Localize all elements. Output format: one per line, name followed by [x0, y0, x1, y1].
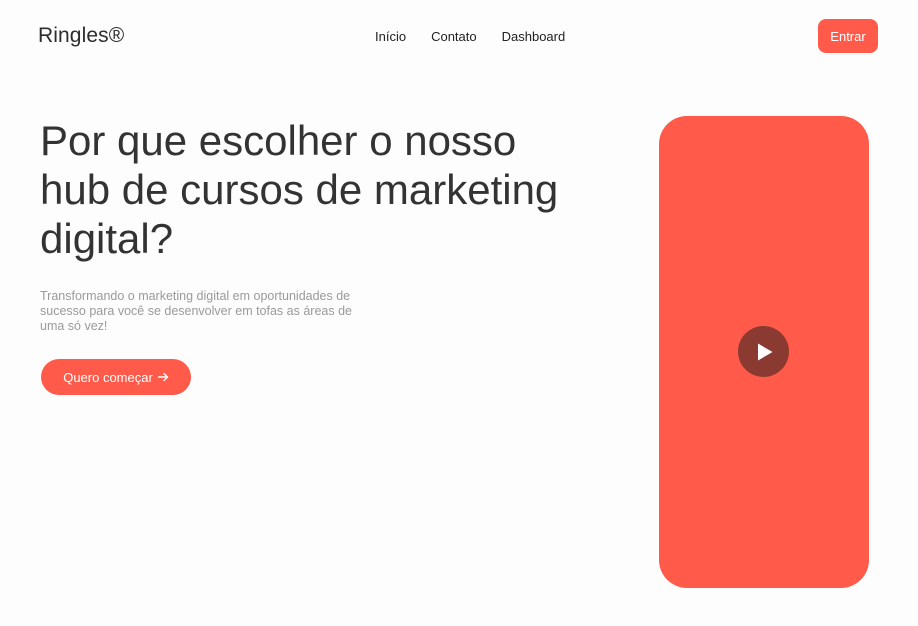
- video-card: [659, 116, 869, 588]
- nav-link-contato[interactable]: Contato: [431, 29, 477, 44]
- play-icon: [753, 342, 774, 362]
- hero-subtitle: Transformando o marketing digital em opo…: [40, 289, 352, 333]
- main-nav: Início Contato Dashboard: [375, 29, 590, 44]
- hero-title: Por que escolher o nosso hub de cursos d…: [40, 117, 559, 262]
- nav-link-inicio[interactable]: Início: [375, 29, 406, 44]
- login-button[interactable]: Entrar: [818, 19, 878, 53]
- get-started-button[interactable]: Quero começar: [41, 359, 191, 395]
- nav-link-dashboard[interactable]: Dashboard: [502, 29, 566, 44]
- get-started-label: Quero começar: [63, 369, 153, 385]
- brand-logo[interactable]: Ringles®: [38, 24, 124, 48]
- arrow-right-icon: [157, 370, 169, 385]
- play-button[interactable]: [738, 326, 789, 377]
